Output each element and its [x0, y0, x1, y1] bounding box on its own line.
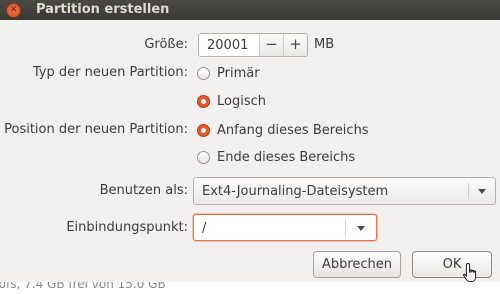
- hand-pointer-icon: [463, 262, 477, 282]
- window-title: Partition erstellen: [36, 2, 170, 17]
- partition-type-label: Typ der neuen Partition:: [32, 65, 188, 80]
- cancel-button[interactable]: Abbrechen: [313, 251, 401, 278]
- radio-primary[interactable]: [197, 67, 210, 80]
- background-window-strip: rofs, 7.4 GB frei von 15.0 GB: [0, 282, 500, 294]
- filesystem-value: Ext4-Journaling-Dateisystem: [202, 184, 389, 199]
- chevron-down-icon[interactable]: [357, 226, 365, 231]
- close-icon[interactable]: ✕: [6, 3, 21, 18]
- title-bar: ✕ Partition erstellen: [0, 0, 500, 20]
- background-status-text: rofs, 7.4 GB frei von 15.0 GB: [0, 282, 166, 291]
- increase-size-button[interactable]: +: [283, 34, 307, 56]
- partition-position-label: Position der neuen Partition:: [4, 122, 188, 137]
- size-label: Größe:: [144, 37, 188, 52]
- radio-end-of-space[interactable]: [197, 151, 210, 164]
- chevron-down-icon[interactable]: [478, 189, 486, 194]
- decrease-size-button[interactable]: −: [259, 34, 283, 56]
- radio-logical[interactable]: [197, 95, 210, 108]
- size-spinbutton[interactable]: − +: [198, 33, 308, 57]
- dropdown-separator: [468, 183, 469, 199]
- radio-primary-label[interactable]: Primär: [217, 66, 260, 81]
- radio-end-of-space-label[interactable]: Ende dieses Bereichs: [217, 150, 355, 165]
- use-as-label: Benutzen als:: [99, 183, 188, 198]
- mount-point-label: Einbindungspunkt:: [66, 220, 188, 235]
- mount-point-combo[interactable]: [193, 214, 377, 241]
- size-input[interactable]: [199, 34, 259, 56]
- entry-separator: [345, 219, 346, 236]
- size-unit: MB: [314, 37, 335, 52]
- radio-start-of-space[interactable]: [197, 124, 210, 137]
- filesystem-dropdown[interactable]: Ext4-Journaling-Dateisystem: [193, 177, 496, 205]
- mount-point-input[interactable]: [200, 218, 344, 239]
- radio-start-of-space-label[interactable]: Anfang dieses Bereichs: [217, 123, 369, 138]
- radio-logical-label[interactable]: Logisch: [217, 94, 266, 109]
